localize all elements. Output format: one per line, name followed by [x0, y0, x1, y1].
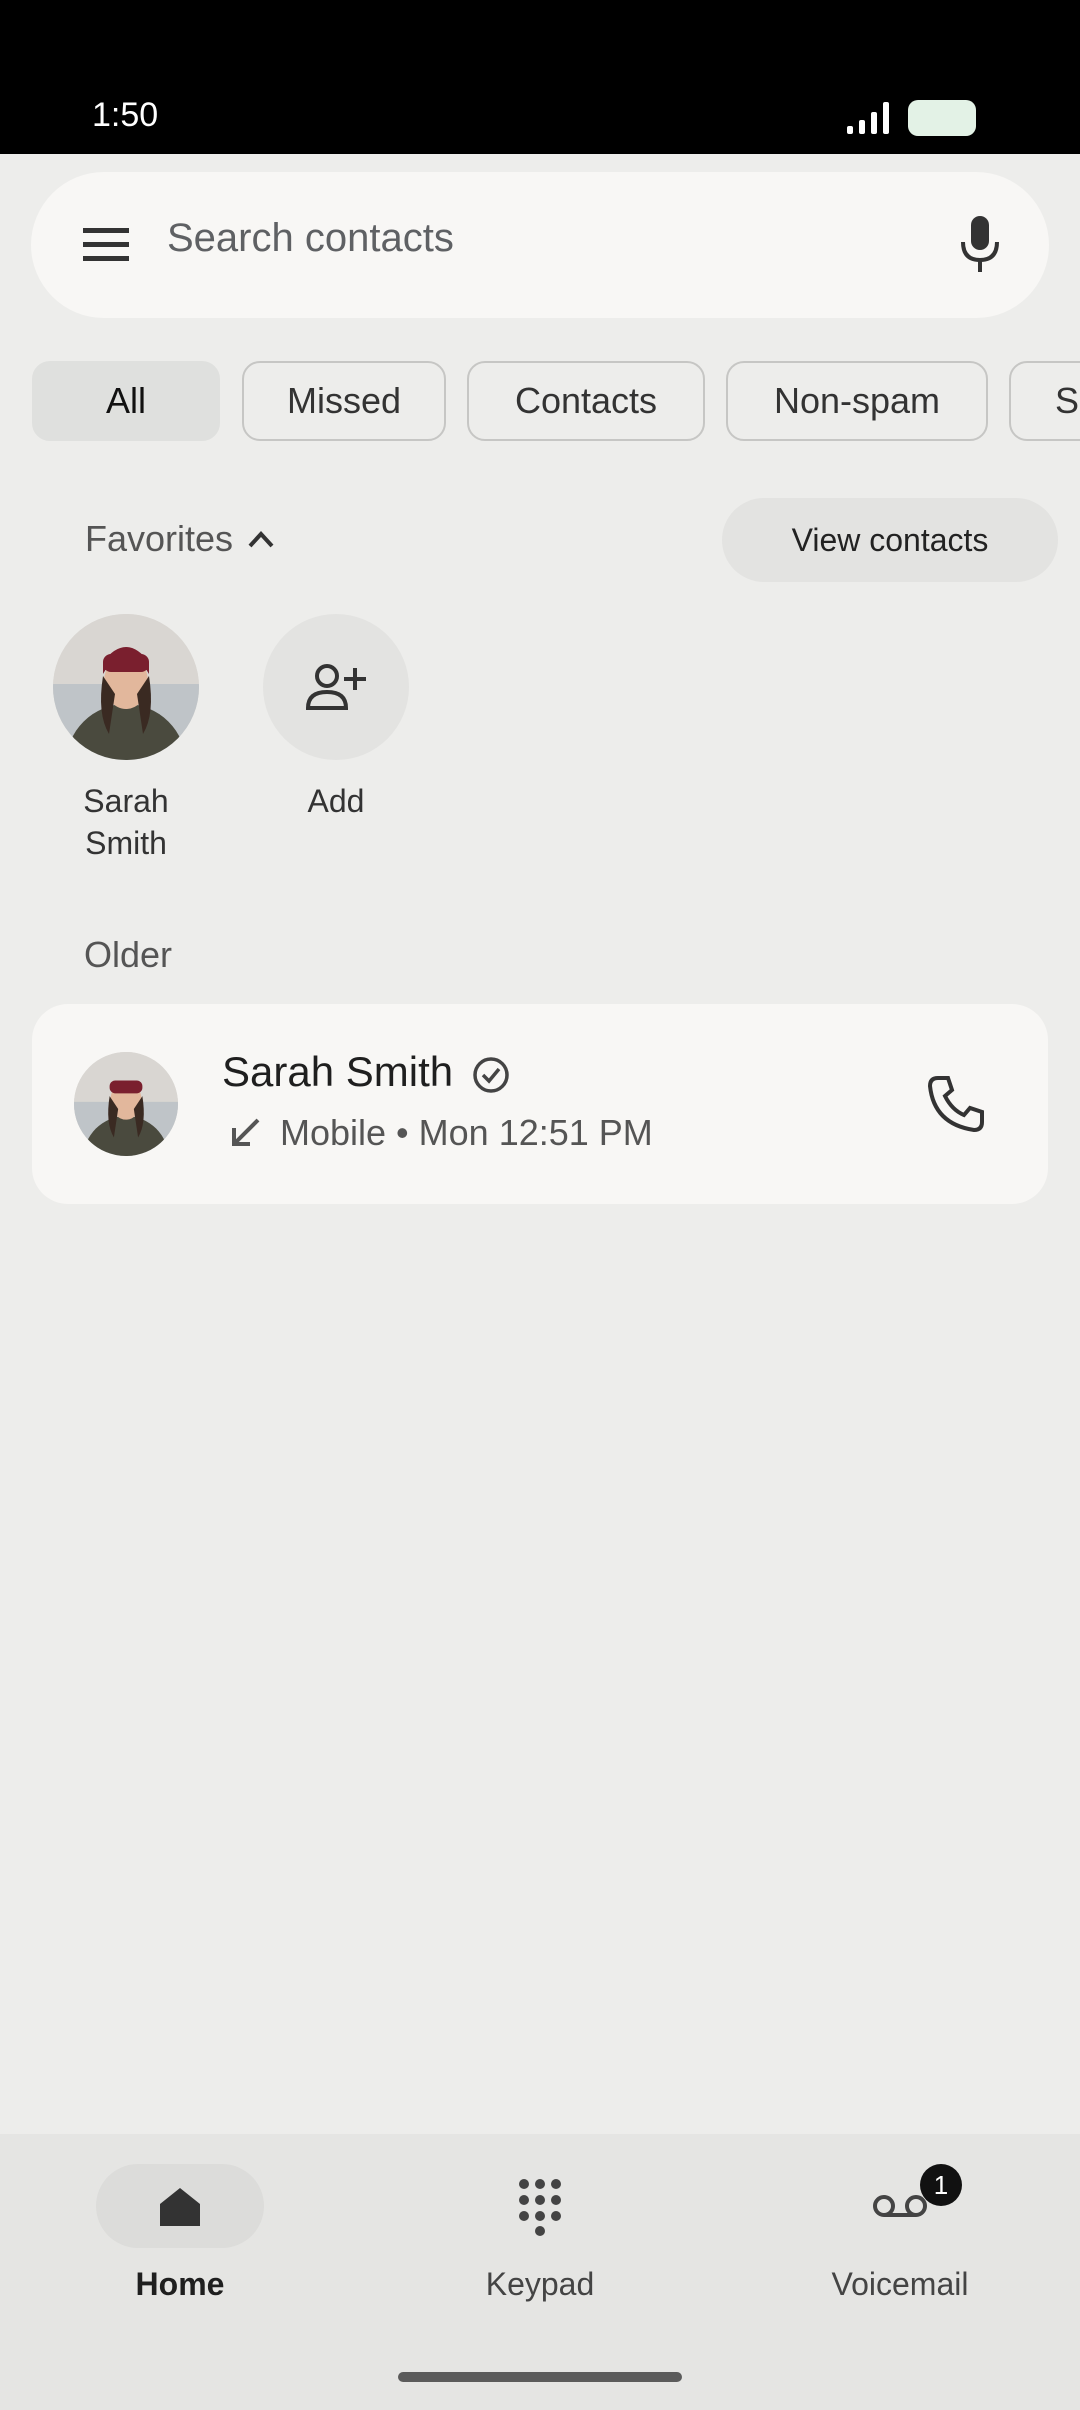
home-indicator[interactable] — [398, 2372, 682, 2382]
chip-missed[interactable]: Missed — [242, 361, 446, 441]
avatar — [53, 614, 199, 760]
voicemail-icon — [873, 2195, 927, 2217]
mic-icon[interactable] — [959, 214, 1001, 274]
avatar — [74, 1052, 178, 1156]
chevron-up-icon — [248, 531, 274, 548]
add-person-icon — [305, 664, 366, 710]
status-time: 1:50 — [92, 96, 159, 134]
call-detail: Mobile • Mon 12:51 PM — [280, 1112, 653, 1153]
status-bar: 1:50 — [0, 0, 1080, 154]
signal-icon — [847, 102, 889, 134]
nav-home-pill — [96, 2164, 264, 2248]
battery-icon — [908, 100, 976, 136]
chip-spam[interactable]: Sp — [1009, 361, 1080, 441]
search-input[interactable]: Search contacts — [167, 216, 454, 261]
nav-voicemail-pill: 1 — [816, 2164, 984, 2248]
nav-keypad-pill — [456, 2164, 624, 2248]
nav-home-label: Home — [135, 2266, 225, 2302]
favorites-label: Favorites — [85, 518, 234, 559]
favorite-name: Sarah Smith — [83, 783, 169, 861]
add-label: Add — [307, 783, 365, 819]
view-contacts-button[interactable]: View contacts — [722, 498, 1058, 582]
add-favorite-circle — [263, 614, 409, 760]
nav-voicemail-label: Voicemail — [831, 2266, 969, 2302]
voicemail-badge: 1 — [920, 2164, 962, 2206]
incoming-call-arrow-icon — [232, 1118, 260, 1146]
filter-chips: All Missed Contacts Non-spam Sp — [32, 361, 1080, 445]
bottom-nav: Home Keypad 1 Voicemail — [0, 2134, 1080, 2410]
call-log-item[interactable]: Sarah Smith Mobile • Mon 12:51 PM — [32, 1004, 1048, 1204]
home-icon — [160, 2188, 200, 2226]
search-bar[interactable]: Search contacts — [31, 172, 1049, 318]
favorite-contact[interactable]: Sarah Smith — [46, 614, 206, 864]
favorites-header[interactable]: Favorites — [85, 518, 275, 560]
chip-contacts[interactable]: Contacts — [467, 361, 705, 441]
section-older: Older — [84, 934, 173, 975]
chip-non-spam[interactable]: Non-spam — [726, 361, 988, 441]
menu-icon[interactable] — [81, 224, 131, 266]
phone-icon[interactable] — [924, 1072, 988, 1136]
verified-check-icon — [473, 1057, 509, 1093]
nav-home[interactable]: Home — [60, 2164, 300, 2303]
nav-voicemail[interactable]: 1 Voicemail — [780, 2164, 1020, 2303]
nav-keypad-label: Keypad — [485, 2266, 595, 2302]
nav-keypad[interactable]: Keypad — [420, 2164, 660, 2303]
add-favorite[interactable]: Add — [256, 614, 416, 822]
keypad-icon — [519, 2179, 561, 2236]
caller-name: Sarah Smith — [222, 1048, 454, 1095]
chip-all[interactable]: All — [32, 361, 220, 441]
